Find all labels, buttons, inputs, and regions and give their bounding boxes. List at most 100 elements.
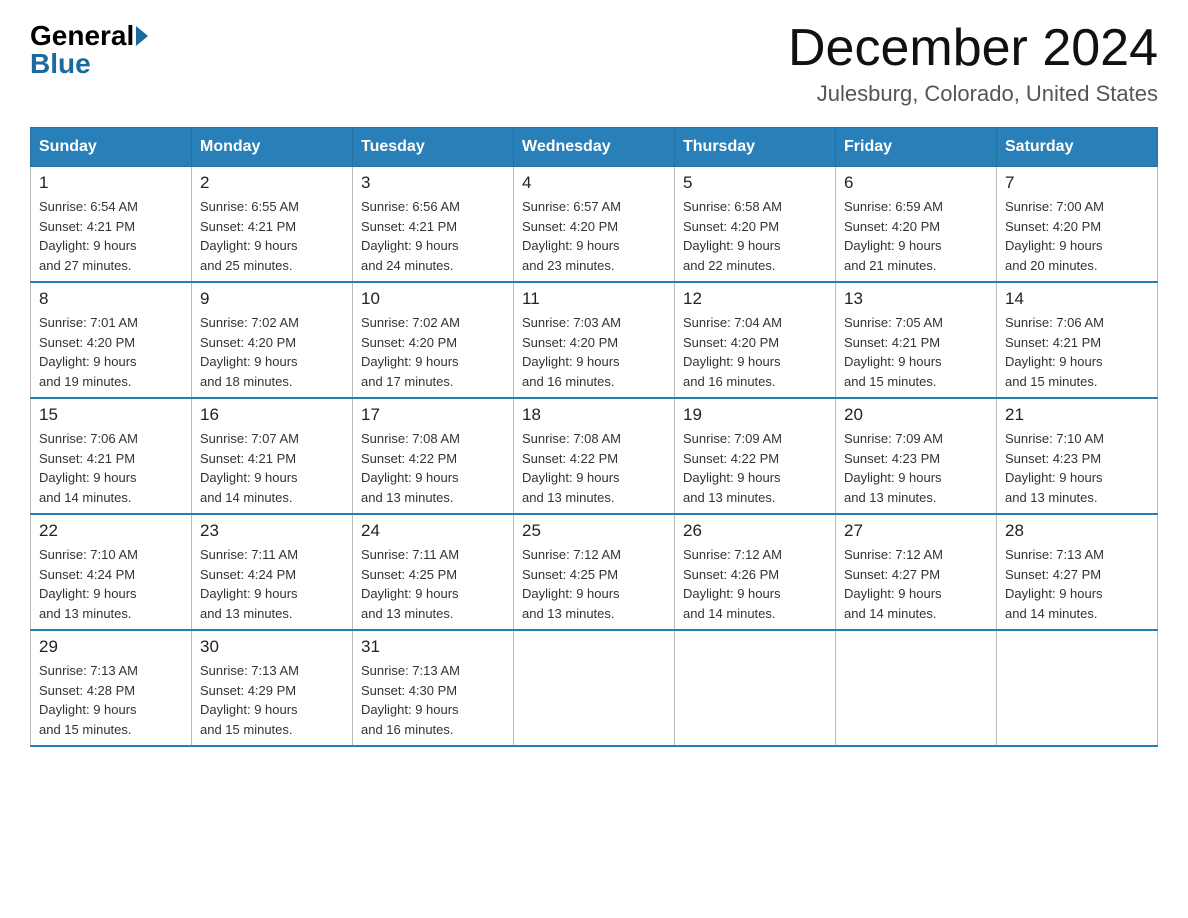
day-number: 11 [522,289,666,309]
day-number: 13 [844,289,988,309]
day-cell: 10 Sunrise: 7:02 AMSunset: 4:20 PMDayligh… [353,282,514,398]
day-info: Sunrise: 7:07 AMSunset: 4:21 PMDaylight:… [200,429,344,507]
day-number: 25 [522,521,666,541]
day-cell: 23Sunrise: 7:11 AMSunset: 4:24 PMDayligh… [192,514,353,630]
day-cell: 15 Sunrise: 7:06 AMSunset: 4:21 PMDayligh… [31,398,192,514]
day-info: Sunrise: 7:03 AMSunset: 4:20 PMDaylight:… [522,313,666,391]
day-info: Sunrise: 6:57 AMSunset: 4:20 PMDaylight:… [522,197,666,275]
day-cell: 9 Sunrise: 7:02 AMSunset: 4:20 PMDaylight… [192,282,353,398]
day-cell: 28Sunrise: 7:13 AMSunset: 4:27 PMDayligh… [997,514,1158,630]
day-cell: 22 Sunrise: 7:10 AMSunset: 4:24 PMDayligh… [31,514,192,630]
day-info: Sunrise: 6:55 AMSunset: 4:21 PMDaylight:… [200,197,344,275]
day-info: Sunrise: 7:10 AMSunset: 4:24 PMDaylight:… [39,545,183,623]
day-cell: 12 Sunrise: 7:04 AMSunset: 4:20 PMDayligh… [675,282,836,398]
day-cell: 26 Sunrise: 7:12 AMSunset: 4:26 PMDayligh… [675,514,836,630]
day-number: 18 [522,405,666,425]
day-number: 31 [361,637,505,657]
day-info: Sunrise: 7:11 AMSunset: 4:25 PMDaylight:… [361,545,505,623]
month-title: December 2024 [788,20,1158,77]
day-number: 29 [39,637,183,657]
weekday-header-saturday: Saturday [997,128,1158,167]
day-number: 30 [200,637,344,657]
day-cell: 30 Sunrise: 7:13 AMSunset: 4:29 PMDayligh… [192,630,353,746]
day-number: 23 [200,521,344,541]
day-info: Sunrise: 6:59 AMSunset: 4:20 PMDaylight:… [844,197,988,275]
day-info: Sunrise: 7:06 AMSunset: 4:21 PMDaylight:… [39,429,183,507]
day-number: 27 [844,521,988,541]
logo-blue: Blue [30,48,91,79]
day-cell: 11 Sunrise: 7:03 AMSunset: 4:20 PMDayligh… [514,282,675,398]
day-info: Sunrise: 7:08 AMSunset: 4:22 PMDaylight:… [361,429,505,507]
day-number: 28 [1005,521,1149,541]
weekday-header-monday: Monday [192,128,353,167]
day-number: 5 [683,173,827,193]
day-cell: 24Sunrise: 7:11 AMSunset: 4:25 PMDayligh… [353,514,514,630]
day-info: Sunrise: 7:02 AMSunset: 4:20 PMDaylight:… [361,313,505,391]
day-info: Sunrise: 7:04 AMSunset: 4:20 PMDaylight:… [683,313,827,391]
day-info: Sunrise: 7:12 AMSunset: 4:27 PMDaylight:… [844,545,988,623]
day-cell [836,630,997,746]
day-number: 12 [683,289,827,309]
day-number: 7 [1005,173,1149,193]
day-cell: 17 Sunrise: 7:08 AMSunset: 4:22 PMDayligh… [353,398,514,514]
weekday-header-sunday: Sunday [31,128,192,167]
weekday-header-row: SundayMondayTuesdayWednesdayThursdayFrid… [31,128,1158,167]
week-row-1: 1 Sunrise: 6:54 AMSunset: 4:21 PMDaylight… [31,167,1158,283]
day-cell [675,630,836,746]
day-number: 20 [844,405,988,425]
day-number: 1 [39,173,183,193]
logo-arrow-icon [136,26,148,46]
day-cell: 2Sunrise: 6:55 AMSunset: 4:21 PMDaylight… [192,167,353,283]
day-info: Sunrise: 7:10 AMSunset: 4:23 PMDaylight:… [1005,429,1149,507]
day-cell: 14 Sunrise: 7:06 AMSunset: 4:21 PMDayligh… [997,282,1158,398]
day-info: Sunrise: 7:09 AMSunset: 4:23 PMDaylight:… [844,429,988,507]
day-cell: 4 Sunrise: 6:57 AMSunset: 4:20 PMDaylight… [514,167,675,283]
day-cell [514,630,675,746]
day-info: Sunrise: 6:54 AMSunset: 4:21 PMDaylight:… [39,197,183,275]
day-info: Sunrise: 7:12 AMSunset: 4:25 PMDaylight:… [522,545,666,623]
day-cell: 3Sunrise: 6:56 AMSunset: 4:21 PMDaylight… [353,167,514,283]
day-number: 8 [39,289,183,309]
day-cell: 13 Sunrise: 7:05 AMSunset: 4:21 PMDayligh… [836,282,997,398]
day-cell: 7 Sunrise: 7:00 AMSunset: 4:20 PMDaylight… [997,167,1158,283]
day-cell: 31Sunrise: 7:13 AMSunset: 4:30 PMDayligh… [353,630,514,746]
day-number: 21 [1005,405,1149,425]
day-cell: 20 Sunrise: 7:09 AMSunset: 4:23 PMDayligh… [836,398,997,514]
weekday-header-friday: Friday [836,128,997,167]
day-cell: 29Sunrise: 7:13 AMSunset: 4:28 PMDayligh… [31,630,192,746]
day-cell: 18Sunrise: 7:08 AMSunset: 4:22 PMDayligh… [514,398,675,514]
day-cell: 19Sunrise: 7:09 AMSunset: 4:22 PMDayligh… [675,398,836,514]
day-number: 19 [683,405,827,425]
day-number: 17 [361,405,505,425]
calendar-table: SundayMondayTuesdayWednesdayThursdayFrid… [30,127,1158,747]
weekday-header-wednesday: Wednesday [514,128,675,167]
week-row-2: 8 Sunrise: 7:01 AMSunset: 4:20 PMDaylight… [31,282,1158,398]
week-row-5: 29Sunrise: 7:13 AMSunset: 4:28 PMDayligh… [31,630,1158,746]
day-number: 4 [522,173,666,193]
logo: General Blue [30,20,150,80]
day-cell: 8 Sunrise: 7:01 AMSunset: 4:20 PMDaylight… [31,282,192,398]
day-number: 10 [361,289,505,309]
day-number: 15 [39,405,183,425]
day-number: 16 [200,405,344,425]
day-cell: 1 Sunrise: 6:54 AMSunset: 4:21 PMDaylight… [31,167,192,283]
day-info: Sunrise: 7:12 AMSunset: 4:26 PMDaylight:… [683,545,827,623]
day-info: Sunrise: 7:02 AMSunset: 4:20 PMDaylight:… [200,313,344,391]
week-row-4: 22 Sunrise: 7:10 AMSunset: 4:24 PMDayligh… [31,514,1158,630]
day-number: 22 [39,521,183,541]
day-number: 26 [683,521,827,541]
day-info: Sunrise: 7:06 AMSunset: 4:21 PMDaylight:… [1005,313,1149,391]
day-number: 14 [1005,289,1149,309]
title-section: December 2024 Julesburg, Colorado, Unite… [788,20,1158,107]
weekday-header-tuesday: Tuesday [353,128,514,167]
day-cell: 5Sunrise: 6:58 AMSunset: 4:20 PMDaylight… [675,167,836,283]
day-number: 3 [361,173,505,193]
day-number: 9 [200,289,344,309]
day-cell: 25 Sunrise: 7:12 AMSunset: 4:25 PMDayligh… [514,514,675,630]
day-info: Sunrise: 7:13 AMSunset: 4:29 PMDaylight:… [200,661,344,739]
location: Julesburg, Colorado, United States [788,81,1158,107]
day-info: Sunrise: 7:01 AMSunset: 4:20 PMDaylight:… [39,313,183,391]
day-info: Sunrise: 7:00 AMSunset: 4:20 PMDaylight:… [1005,197,1149,275]
day-cell: 27 Sunrise: 7:12 AMSunset: 4:27 PMDayligh… [836,514,997,630]
day-info: Sunrise: 7:05 AMSunset: 4:21 PMDaylight:… [844,313,988,391]
